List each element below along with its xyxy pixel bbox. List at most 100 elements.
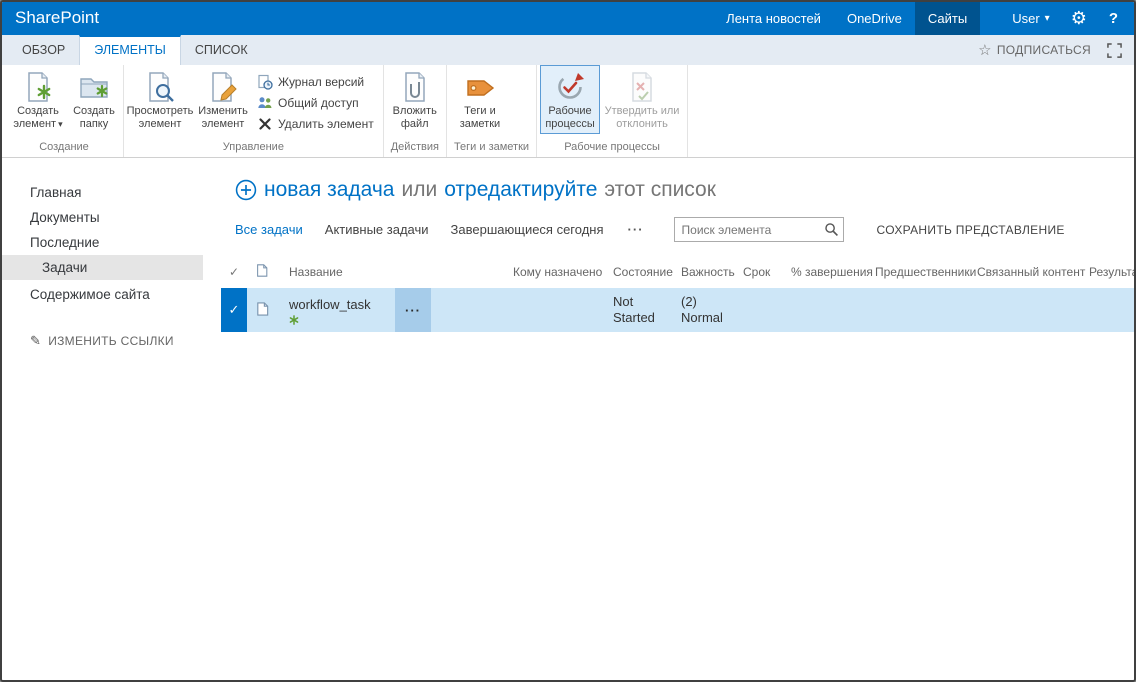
tab-browse[interactable]: ОБЗОР	[8, 35, 79, 65]
group-label-tags: Теги и заметки	[453, 141, 530, 153]
group-label-manage: Управление	[222, 141, 284, 153]
row-select-cell[interactable]: ✓	[221, 288, 247, 332]
search-icon[interactable]	[821, 222, 843, 237]
ribbon: Создать элемент ▾ Создать папку Создание…	[2, 65, 1134, 158]
task-title-link[interactable]: workflow_task	[289, 297, 395, 312]
search-box	[673, 217, 844, 242]
new-item-badge-icon	[289, 313, 395, 325]
view-due-today[interactable]: Завершающиеся сегодня	[451, 222, 604, 237]
edit-item-icon	[207, 71, 239, 103]
approve-reject-button: Утвердить или отклонить	[600, 65, 684, 134]
newsfeed-link[interactable]: Лента новостей	[713, 2, 834, 35]
new-folder-label: Создать папку	[73, 105, 115, 130]
task-table: ✓ Название Кому назначено Состояние Важн…	[221, 259, 1134, 332]
edit-list-link[interactable]: отредактируйте	[444, 178, 597, 202]
sharepoint-logo[interactable]: SharePoint	[2, 2, 99, 35]
sidebar-item-documents[interactable]: Документы	[2, 205, 221, 230]
group-label-create: Создание	[39, 141, 89, 153]
edit-item-button[interactable]: Изменить элемент	[193, 65, 253, 134]
cell-related	[977, 288, 1089, 332]
new-folder-icon	[78, 71, 110, 103]
new-task-callout: новая задача или отредактируйте этот спи…	[221, 178, 1134, 202]
search-input[interactable]	[674, 222, 821, 237]
edit-links-label: ИЗМЕНИТЬ ССЫЛКИ	[48, 334, 174, 348]
cell-due	[743, 288, 791, 332]
workflows-button[interactable]: Рабочие процессы	[540, 65, 601, 134]
sidebar-item-home[interactable]: Главная	[2, 180, 221, 205]
tags-notes-label: Теги и заметки	[459, 105, 501, 130]
delete-icon	[257, 116, 273, 132]
gear-icon[interactable]: ⚙	[1060, 2, 1098, 35]
shared-with-icon	[257, 95, 273, 111]
attach-file-icon	[399, 71, 431, 103]
attach-file-label: Вложить файл	[392, 105, 437, 130]
file-type-column-icon	[255, 263, 269, 281]
focus-on-content-icon[interactable]	[1107, 42, 1122, 58]
callout-suffix-text: этот список	[604, 178, 716, 201]
group-label-actions: Действия	[390, 141, 439, 153]
column-header-predecessors[interactable]: Предшественники	[875, 265, 977, 279]
save-view-button[interactable]: СОХРАНИТЬ ПРЕДСТАВЛЕНИЕ	[877, 223, 1065, 237]
version-history-label: Журнал версий	[278, 75, 365, 89]
new-task-link[interactable]: новая задача	[264, 178, 394, 202]
chevron-down-icon: ▾	[1044, 13, 1050, 24]
attach-file-button[interactable]: Вложить файл	[387, 65, 443, 134]
sites-link[interactable]: Сайты	[914, 2, 981, 35]
group-label-workflows: Рабочие процессы	[564, 141, 660, 153]
column-header-due[interactable]: Срок	[743, 265, 791, 279]
cell-complete	[791, 288, 875, 332]
cell-priority: (2) Normal	[681, 294, 723, 325]
more-views-button[interactable]: ···	[628, 222, 644, 237]
sidebar-item-recent[interactable]: Последние	[2, 230, 221, 255]
view-active-tasks[interactable]: Активные задачи	[325, 222, 429, 237]
delete-item-button[interactable]: Удалить элемент	[257, 116, 374, 132]
column-header-outcome[interactable]: Результат	[1089, 265, 1134, 279]
tags-notes-button[interactable]: Теги и заметки	[450, 65, 510, 134]
tag-icon	[464, 71, 496, 103]
select-all-check-icon[interactable]: ✓	[229, 265, 239, 279]
new-item-button[interactable]: Создать элемент ▾	[8, 65, 68, 134]
open-menu-button[interactable]: ···	[395, 288, 431, 332]
approve-reject-icon	[626, 71, 658, 103]
column-header-related[interactable]: Связанный контент	[977, 265, 1089, 279]
version-history-icon	[257, 74, 273, 90]
follow-button[interactable]: ☆ ПОДПИСАТЬСЯ	[978, 41, 1091, 59]
cell-outcome	[1089, 288, 1134, 332]
add-icon[interactable]	[235, 179, 257, 201]
view-item-button[interactable]: Просмотреть элемент	[127, 65, 193, 134]
shared-with-button[interactable]: Общий доступ	[257, 95, 374, 111]
approve-reject-label: Утвердить или отклонить	[604, 105, 680, 130]
sharepoint-window: SharePoint Лента новостей OneDrive Сайты…	[0, 0, 1136, 682]
star-icon: ☆	[978, 42, 992, 59]
tab-items[interactable]: ЭЛЕМЕНТЫ	[79, 35, 181, 65]
help-icon[interactable]: ?	[1098, 2, 1134, 35]
delete-item-label: Удалить элемент	[278, 117, 374, 131]
callout-or-text: или	[401, 178, 438, 201]
user-menu[interactable]: User ▾	[1002, 2, 1059, 35]
column-header-assigned[interactable]: Кому назначено	[513, 265, 613, 279]
column-header-status[interactable]: Состояние	[613, 265, 681, 279]
ribbon-tab-bar: ОБЗОР ЭЛЕМЕНТЫ СПИСОК ☆ ПОДПИСАТЬСЯ	[2, 35, 1134, 65]
cell-assigned	[513, 288, 613, 332]
edit-links-button[interactable]: ✎ ИЗМЕНИТЬ ССЫЛКИ	[2, 333, 221, 349]
workflows-label: Рабочие процессы	[545, 105, 595, 130]
version-history-button[interactable]: Журнал версий	[257, 74, 374, 90]
check-icon: ✓	[228, 302, 240, 317]
tab-list[interactable]: СПИСОК	[181, 35, 262, 65]
suite-bar: SharePoint Лента новостей OneDrive Сайты…	[2, 2, 1134, 35]
table-row: ✓ workflow_task ··· Not Started (2) Norm…	[221, 288, 1134, 332]
table-header-row: ✓ Название Кому назначено Состояние Важн…	[221, 259, 1134, 285]
column-header-complete[interactable]: % завершения	[791, 265, 875, 279]
column-header-priority[interactable]: Важность	[681, 265, 743, 279]
view-bar: Все задачи Активные задачи Завершающиеся…	[221, 217, 1134, 242]
column-header-title[interactable]: Название	[277, 265, 513, 279]
ribbon-group-create: Создать элемент ▾ Создать папку Создание	[5, 65, 124, 157]
sidebar-item-site-contents[interactable]: Содержимое сайта	[2, 282, 221, 307]
cell-predecessors	[875, 288, 977, 332]
onedrive-link[interactable]: OneDrive	[834, 2, 915, 35]
new-folder-button[interactable]: Создать папку	[68, 65, 120, 134]
ribbon-group-tags: Теги и заметки Теги и заметки	[447, 65, 538, 157]
new-item-label: Создать элемент	[13, 105, 59, 130]
sidebar-item-tasks[interactable]: Задачи	[2, 255, 203, 280]
view-all-tasks[interactable]: Все задачи	[235, 222, 303, 237]
